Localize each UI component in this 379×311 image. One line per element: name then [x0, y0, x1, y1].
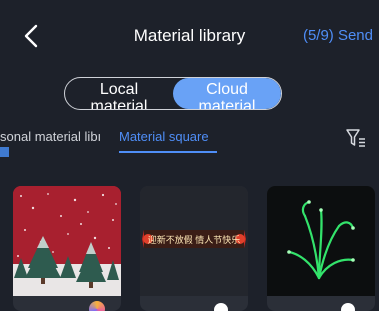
- cloud-material-option[interactable]: Cloud material: [173, 78, 281, 109]
- local-material-label: Local material: [90, 81, 148, 110]
- select-indicator-icon: [341, 303, 355, 311]
- tab-personal-material-library[interactable]: sonal material libı: [0, 129, 113, 144]
- banner-caption: 迎新不放假 情人节快乐: [147, 235, 241, 245]
- material-card[interactable]: [267, 186, 375, 311]
- snowy-christmas-trees-thumbnail: [13, 186, 121, 296]
- filter-button[interactable]: [345, 127, 367, 149]
- filter-icon: [346, 129, 365, 147]
- source-toggle: Local material Cloud material: [64, 77, 282, 110]
- material-card[interactable]: [13, 186, 121, 311]
- cloud-material-label: Cloud material: [198, 81, 256, 110]
- chevron-left-icon: [24, 24, 38, 48]
- material-grid: 迎新不放假 情人节快乐: [0, 180, 379, 311]
- cloud-badge-icon: [89, 301, 105, 311]
- top-bar: Material library (5/9) Send: [0, 0, 379, 72]
- local-material-option[interactable]: Local material: [65, 78, 173, 109]
- edge-accent: [0, 147, 9, 157]
- green-firework-thumbnail: [267, 186, 375, 296]
- material-card[interactable]: 迎新不放假 情人节快乐: [140, 186, 248, 311]
- send-button[interactable]: (5/9) Send: [303, 27, 373, 44]
- tab-square-label: Material square: [119, 129, 209, 144]
- select-indicator-icon: [214, 303, 228, 311]
- tab-personal-label: sonal material libı: [0, 129, 102, 144]
- material-tabs: sonal material libı Material square: [0, 122, 379, 156]
- tab-material-square[interactable]: Material square: [119, 129, 209, 144]
- back-button[interactable]: [20, 22, 44, 50]
- active-tab-indicator: [119, 151, 217, 153]
